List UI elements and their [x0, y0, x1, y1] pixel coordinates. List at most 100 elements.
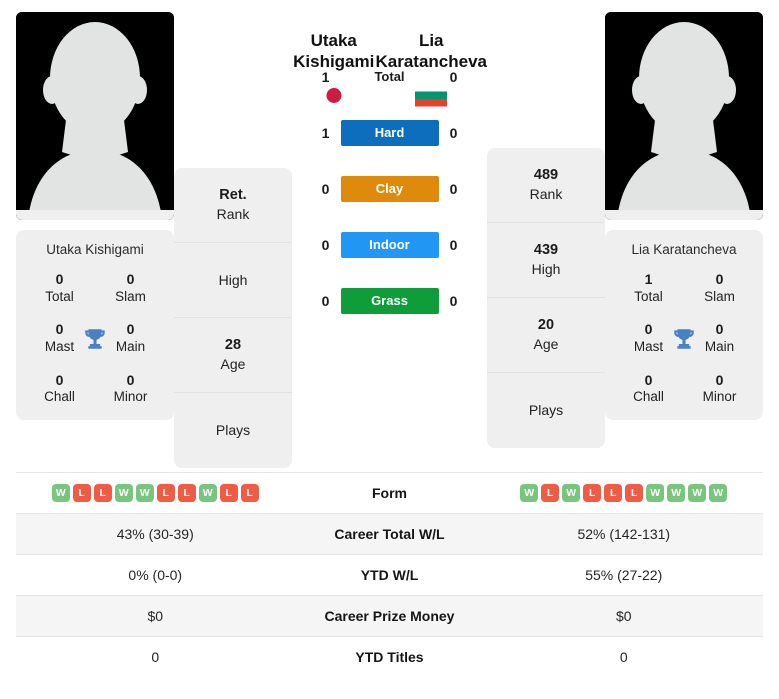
left-stat-high-label: High	[218, 271, 248, 288]
h2h-total-right-score: 0	[449, 69, 458, 85]
row-label-ytd-wl: YTD W/L	[360, 567, 419, 583]
right-form-badge-9: W	[709, 484, 728, 502]
h2h-clay-badge[interactable]: Clay	[340, 176, 439, 202]
left-form-badge-8: L	[219, 484, 238, 502]
left-stat-high: High	[174, 243, 292, 318]
right-stat-high: 439 High	[487, 223, 605, 298]
left-stat-rank: Ret. Rank	[174, 168, 292, 243]
right-stat-rank-value: 489	[533, 167, 559, 184]
right-stat-rank-label: Rank	[529, 186, 563, 203]
left-stat-rank-label: Rank	[216, 206, 250, 223]
trophy-slam: 0 Slam	[684, 271, 755, 305]
trophy-chall: 0 Chall	[613, 372, 684, 406]
right-form-badge-1: L	[541, 484, 560, 502]
left-form-badge-5: L	[156, 484, 175, 502]
player-comparison-header: Utaka Kishigami 0 Total 0 Slam 0 Mast 0 …	[0, 0, 779, 472]
h2h-total-left-score: 1	[321, 69, 330, 85]
table-row-career-total-wl: 43% (30-39) Career Total W/L 52% (142-13…	[16, 513, 763, 554]
trophy-slam-label: Slam	[704, 288, 735, 304]
h2h-indoor-left-score: 0	[321, 237, 330, 253]
left-stat-age-label: Age	[220, 356, 246, 373]
trophy-minor-value: 0	[126, 371, 135, 388]
right-form-badge-3: L	[583, 484, 602, 502]
right-stat-age-value: 20	[537, 317, 555, 334]
h2h-grass-badge[interactable]: Grass	[340, 288, 439, 314]
h2h-total-label: Total	[374, 69, 405, 84]
trophy-slam-value: 0	[715, 271, 724, 287]
right-ytd-titles: 0	[619, 649, 628, 665]
right-form-badges: WLWLLLWWWW	[485, 484, 764, 502]
trophy-minor: 0 Minor	[95, 372, 166, 406]
left-form-badge-9: L	[240, 484, 259, 502]
left-player-stats-card: Ret. Rank High 28 Age Plays	[174, 168, 292, 468]
left-ytd-wl: 0% (0-0)	[128, 567, 183, 583]
h2h-grass-left-score: 0	[321, 293, 330, 309]
left-form-badge-2: L	[93, 484, 112, 502]
right-career-prize-money: $0	[615, 608, 632, 624]
table-row-form: WLLWWLLWLL Form WLWLLLWWWW	[16, 472, 763, 513]
head-to-head-rows: 1 Total 0 1 Hard 0 0 Clay 0 0 Indoor 0 0	[305, 62, 475, 317]
right-form-badge-8: W	[688, 484, 707, 502]
h2h-hard-left-score: 1	[321, 125, 330, 141]
trophy-total-value: 1	[644, 271, 653, 287]
right-stat-age-label: Age	[533, 336, 559, 353]
trophy-chall-value: 0	[55, 371, 64, 388]
trophy-total-value: 0	[55, 271, 64, 287]
right-player-stats-card: 489 Rank 439 High 20 Age Plays	[487, 148, 605, 448]
head-to-head-section: Utaka Kishigami Lia Karatancheva 1 Total…	[292, 12, 487, 317]
left-form-badge-7: W	[198, 484, 217, 502]
left-form-badge-6: L	[177, 484, 196, 502]
right-form-badge-4: L	[604, 484, 623, 502]
left-player-name-line1: Utaka	[310, 31, 357, 50]
left-career-total-wl: 43% (30-39)	[116, 526, 194, 542]
row-label-form: Form	[372, 485, 407, 501]
right-player-avatar[interactable]	[605, 12, 763, 220]
h2h-indoor-badge[interactable]: Indoor	[340, 232, 439, 258]
left-player-avatar[interactable]	[16, 12, 174, 220]
right-stat-high-label: High	[531, 261, 561, 278]
right-stat-age: 20 Age	[487, 298, 605, 373]
right-form-badge-0: W	[520, 484, 539, 502]
right-form-badge-7: W	[667, 484, 686, 502]
trophy-total: 1 Total	[613, 271, 684, 305]
right-player-column: Lia Karatancheva 1 Total 0 Slam 0 Mast 0…	[605, 12, 763, 421]
row-label-ytd-titles: YTD Titles	[355, 649, 424, 665]
h2h-hard-right-score: 0	[449, 125, 458, 141]
h2h-hard-badge[interactable]: Hard	[340, 120, 439, 146]
table-row-ytd-titles: 0 YTD Titles 0	[16, 636, 763, 677]
left-form-badge-3: W	[114, 484, 133, 502]
comparison-stats-table: WLLWWLLWLL Form WLWLLLWWWW 43% (30-39) C…	[0, 472, 779, 677]
trophy-total-label: Total	[45, 288, 74, 304]
left-form-badge-4: W	[135, 484, 154, 502]
left-career-prize-money: $0	[147, 608, 164, 624]
right-form-badge-2: W	[562, 484, 581, 502]
row-label-career-prize-money: Career Prize Money	[324, 608, 455, 624]
left-form-badges: WLLWWLLWLL	[16, 484, 295, 502]
trophy-minor-label: Minor	[702, 389, 737, 405]
trophy-slam: 0 Slam	[95, 271, 166, 305]
table-row-ytd-wl: 0% (0-0) YTD W/L 55% (27-22)	[16, 554, 763, 595]
right-player-name-line1: Lia	[418, 31, 444, 50]
trophy-icon	[85, 328, 105, 349]
right-stat-plays: Plays	[487, 373, 605, 448]
person-silhouette-icon	[16, 12, 174, 220]
left-player-trophy-card: Utaka Kishigami 0 Total 0 Slam 0 Mast 0 …	[16, 230, 174, 421]
person-silhouette-icon	[605, 12, 763, 220]
row-label-career-total-wl: Career Total W/L	[334, 526, 445, 542]
h2h-row-total: 1 Total 0	[305, 62, 475, 93]
left-player-card-name: Utaka Kishigami	[46, 242, 144, 257]
left-stat-age-value: 28	[224, 337, 242, 354]
trophy-slam-value: 0	[126, 271, 135, 287]
left-stat-plays-label: Plays	[215, 422, 251, 439]
right-form-badge-6: W	[646, 484, 665, 502]
h2h-row-clay: 0 Clay 0	[305, 174, 475, 205]
trophy-minor-value: 0	[715, 371, 724, 388]
trophy-chall-value: 0	[644, 371, 653, 388]
h2h-clay-left-score: 0	[321, 181, 330, 197]
trophy-slam-label: Slam	[115, 288, 146, 304]
right-stat-rank: 489 Rank	[487, 148, 605, 223]
trophy-minor: 0 Minor	[684, 372, 755, 406]
right-ytd-wl: 55% (27-22)	[585, 567, 663, 583]
right-player-trophy-card: Lia Karatancheva 1 Total 0 Slam 0 Mast 0…	[605, 230, 763, 421]
right-stat-high-value: 439	[533, 242, 559, 259]
